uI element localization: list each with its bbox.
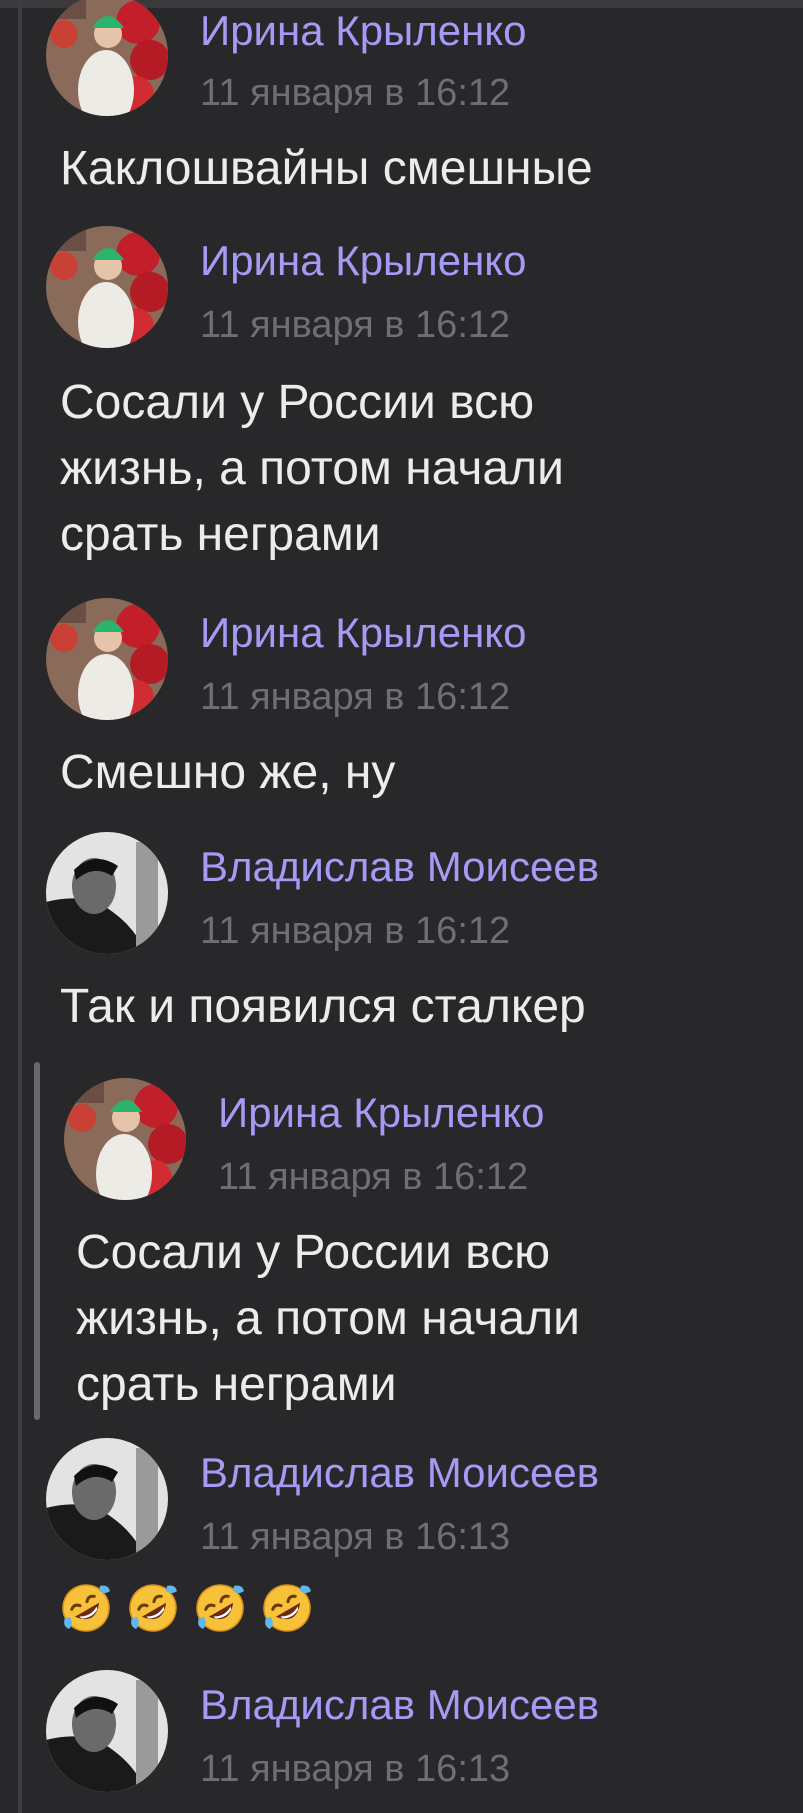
vladislav-avatar[interactable]: [46, 1670, 168, 1792]
vladislav-avatar[interactable]: [46, 832, 168, 954]
author-name[interactable]: Ирина Крыленко: [218, 1092, 545, 1134]
message-text: Смешно же, ну: [60, 746, 396, 799]
irina-avatar[interactable]: [64, 1078, 186, 1200]
message-time: 11 января в 16:12: [200, 304, 511, 346]
vladislav-avatar[interactable]: [46, 1438, 168, 1560]
emoji-row: [60, 1582, 313, 1634]
author-name[interactable]: Владислав Моисеев: [200, 1684, 599, 1726]
author-name[interactable]: Ирина Крыленко: [200, 612, 527, 654]
author-name[interactable]: Владислав Моисеев: [200, 1452, 599, 1494]
message-text: Сосали у России всю жизнь, а потом начал…: [76, 1226, 580, 1411]
author-name[interactable]: Владислав Моисеев: [200, 846, 599, 888]
message-feed[interactable]: Ирина Крыленко 11 января в 16:12 Каклошв…: [0, 0, 803, 1813]
message-time: 11 января в 16:12: [200, 72, 511, 114]
message-time: 11 января в 16:12: [218, 1156, 529, 1198]
irina-avatar[interactable]: [46, 226, 168, 348]
message-time: 11 января в 16:13: [200, 1516, 511, 1558]
irina-avatar[interactable]: [46, 0, 168, 116]
author-name[interactable]: Ирина Крыленко: [200, 10, 527, 52]
message-text: Каклошвайны смешные: [60, 142, 593, 195]
quote-bar: [34, 1062, 40, 1420]
message-time: 11 января в 16:13: [200, 1748, 511, 1790]
rolling-on-floor-laughing-emoji: [263, 1584, 311, 1632]
message-text: Сосали у России всю жизнь, а потом начал…: [60, 376, 564, 561]
rolling-on-floor-laughing-emoji: [196, 1584, 244, 1632]
message-time: 11 января в 16:12: [200, 910, 511, 952]
author-name[interactable]: Ирина Крыленко: [200, 240, 527, 282]
thread-rail: [18, 0, 22, 1813]
message-time: 11 января в 16:12: [200, 676, 511, 718]
message-text: Так и появился сталкер: [60, 980, 586, 1033]
irina-avatar[interactable]: [46, 598, 168, 720]
rolling-on-floor-laughing-emoji: [129, 1584, 177, 1632]
rolling-on-floor-laughing-emoji: [62, 1584, 110, 1632]
